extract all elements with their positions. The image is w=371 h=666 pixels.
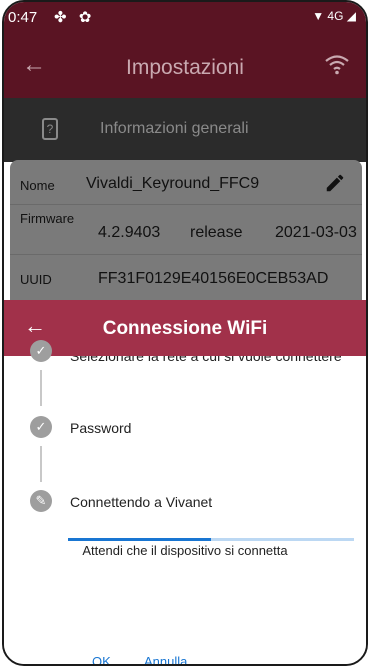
firmware-date: 2021-03-03 — [275, 224, 357, 241]
signal-icons: ▼ 4G ◢ — [312, 9, 356, 23]
device-name-row: Nome Vivaldi_Keyround_FFC9 — [10, 160, 362, 205]
phone-screen: 0:47 ✤ ✿ ▼ 4G ◢ ← Impostazioni ? Informa… — [2, 0, 368, 666]
step-label-connecting: Connettendo a Vivanet — [70, 494, 213, 510]
uuid-label: UUID — [20, 272, 52, 287]
wifi-connection-dialog: ← Connessione WiFi ✓ Selezionare la rete… — [4, 300, 366, 664]
device-info-icon: ? — [42, 118, 58, 140]
firmware-version: 4.2.9403 — [98, 224, 161, 241]
wait-message: Attendi che il dispositivo si connetta — [82, 543, 288, 558]
firmware-channel: release — [190, 224, 243, 241]
status-time: 0:47 — [8, 9, 38, 26]
step-check-icon: ✓ — [30, 416, 52, 438]
uuid-value: FF31F0129E40156E0CEB53AD — [98, 270, 329, 287]
step-connector — [40, 370, 42, 406]
step-check-icon: ✓ — [30, 340, 52, 362]
section-label: Informazioni generali — [100, 120, 249, 137]
cancel-button[interactable]: Annulla — [144, 654, 187, 664]
step-label-password: Password — [70, 420, 132, 436]
app-bar: ← Impostazioni — [4, 36, 366, 98]
notification-icons: ✤ ✿ — [54, 9, 96, 26]
device-info-card: Nome Vivaldi_Keyround_FFC9 Firmware 4.2.… — [10, 160, 362, 302]
page-title: Impostazioni — [126, 56, 244, 79]
edit-pencil-icon[interactable] — [324, 172, 346, 194]
dialog-title: Connessione WiFi — [102, 318, 268, 339]
wifi-icon[interactable] — [324, 52, 350, 76]
progress-fill — [68, 538, 211, 541]
name-label: Nome — [20, 178, 55, 193]
uuid-row: UUID FF31F0129E40156E0CEB53AD — [10, 254, 362, 302]
step-pencil-icon: ✎ — [30, 490, 52, 512]
general-info-section[interactable]: ? Informazioni generali — [4, 98, 366, 162]
step-connector — [40, 446, 42, 482]
status-bar: 0:47 ✤ ✿ ▼ 4G ◢ — [4, 2, 366, 36]
firmware-label: Firmware — [20, 211, 75, 226]
progress-bar — [68, 538, 354, 541]
firmware-row: Firmware 4.2.9403 release 2021-03-03 — [10, 204, 362, 255]
network-type: 4G — [327, 9, 344, 23]
name-value: Vivaldi_Keyround_FFC9 — [86, 175, 260, 192]
ok-button[interactable]: OK — [92, 654, 111, 664]
dialog-header: ← Connessione WiFi — [4, 300, 366, 356]
